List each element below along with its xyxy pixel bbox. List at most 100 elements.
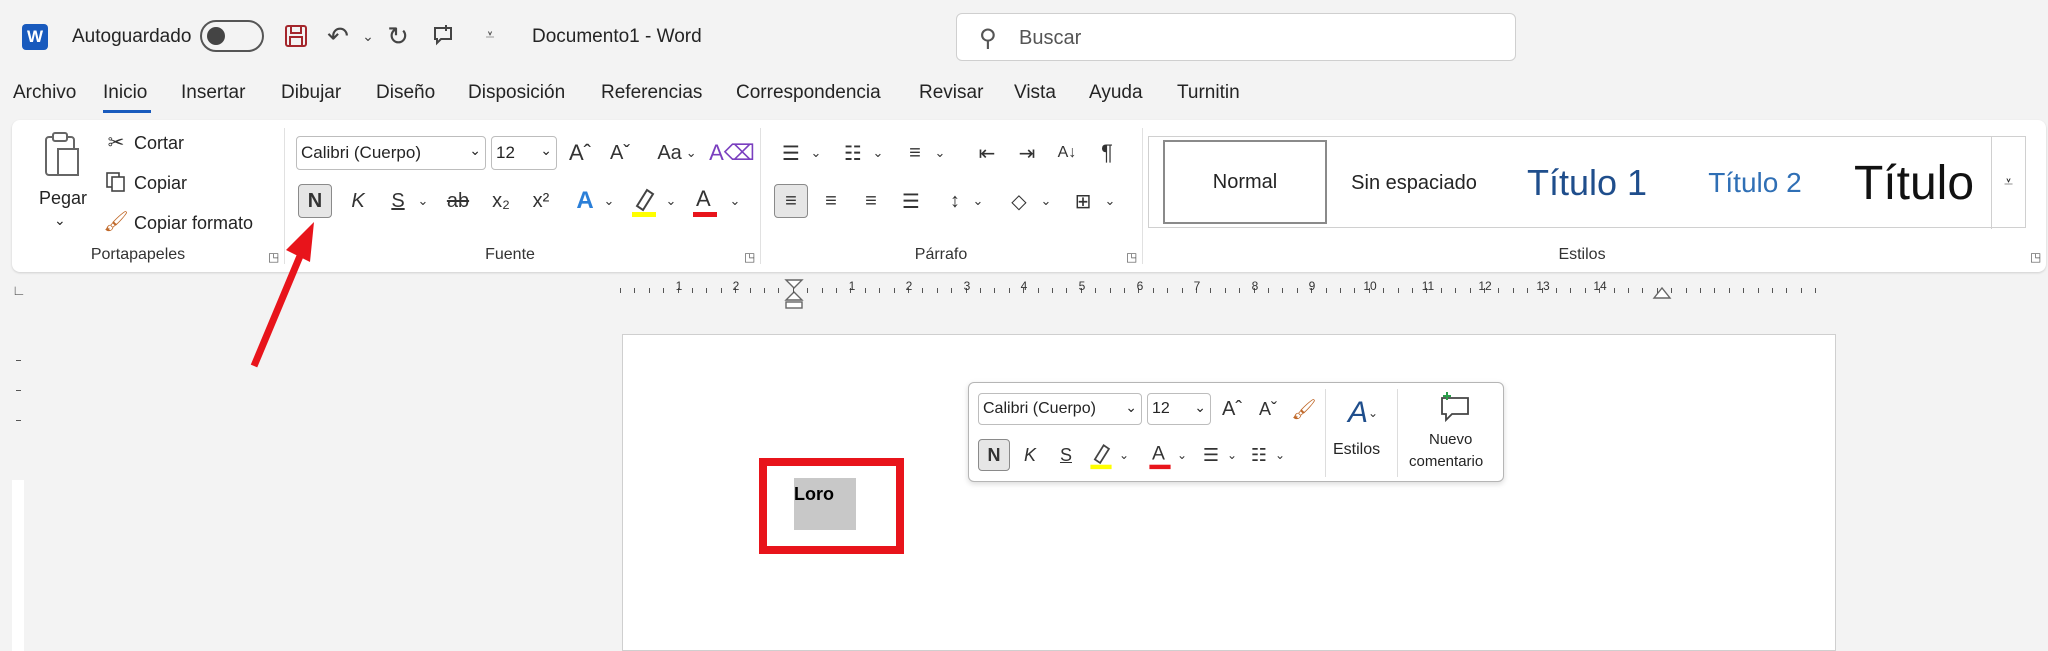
cut-label[interactable]: Cortar	[134, 133, 184, 154]
tab-referencias[interactable]: Referencias	[601, 82, 702, 104]
grow-font-icon[interactable]: Aˆ	[564, 136, 596, 170]
mini-shrink-font-icon[interactable]: Aˇ	[1253, 393, 1283, 425]
tab-archivo[interactable]: Archivo	[13, 82, 76, 104]
mini-underline-button[interactable]: S	[1051, 439, 1081, 471]
chevron-down-icon[interactable]: ⌄	[662, 184, 680, 218]
line-spacing-icon[interactable]: ↕	[940, 184, 970, 218]
subscript-button[interactable]: x₂	[484, 184, 518, 218]
bold-button[interactable]: N	[298, 184, 332, 218]
tab-vista[interactable]: Vista	[1014, 82, 1056, 104]
copy-label[interactable]: Copiar	[134, 173, 187, 194]
underline-dropdown-icon[interactable]: ⌄	[414, 184, 432, 218]
autosave-toggle[interactable]	[200, 20, 264, 52]
new-comment-label-line2[interactable]: comentario	[1409, 453, 1483, 470]
styles-launcher-icon[interactable]: ◳	[2030, 250, 2041, 264]
increase-indent-icon[interactable]: ⇥	[1012, 136, 1042, 170]
paste-label[interactable]: Pegar	[39, 188, 87, 209]
chevron-down-icon[interactable]: ⌄	[1273, 439, 1287, 471]
sort-icon[interactable]: A↓	[1052, 136, 1082, 170]
save-icon[interactable]	[280, 20, 312, 52]
style-heading-1[interactable]: Título 1	[1503, 137, 1671, 229]
mini-format-painter-icon[interactable]: 🖌	[1289, 393, 1319, 425]
mini-grow-font-icon[interactable]: Aˆ	[1217, 393, 1247, 425]
undo-icon[interactable]: ↶	[322, 20, 354, 52]
shading-icon[interactable]: ◇	[1004, 184, 1034, 218]
style-normal[interactable]: Normal	[1163, 140, 1327, 224]
chevron-down-icon[interactable]: ⌄	[1038, 184, 1054, 218]
undo-dropdown-icon[interactable]: ⌄	[352, 20, 384, 52]
chevron-down-icon[interactable]: ⌄	[932, 136, 948, 170]
customize-toolbar-icon[interactable]: ⩡	[474, 20, 506, 52]
mini-font-name-combo[interactable]: Calibri (Cuerpo) ⌄	[978, 393, 1142, 425]
tab-disposicion[interactable]: Disposición	[468, 82, 565, 104]
indent-marker-icon[interactable]	[782, 278, 806, 310]
strikethrough-button[interactable]: ab	[438, 184, 478, 218]
mini-styles-icon[interactable]: A ⌄	[1335, 391, 1391, 435]
style-heading-2[interactable]: Título 2	[1671, 137, 1839, 229]
chevron-down-icon[interactable]: ⌄	[726, 184, 744, 218]
font-color-icon[interactable]: A	[688, 182, 722, 220]
chevron-down-icon[interactable]: ⌄	[600, 184, 618, 218]
chevron-down-icon[interactable]: ⌄	[1117, 439, 1131, 471]
redo-icon[interactable]: ↻	[382, 20, 414, 52]
font-size-combo[interactable]: 12 ⌄	[491, 136, 557, 170]
chevron-down-icon[interactable]: ⌄	[808, 136, 824, 170]
style-title[interactable]: Título	[1839, 137, 1989, 229]
mini-bold-button[interactable]: N	[978, 439, 1010, 471]
mini-bullets-icon[interactable]: ☰	[1197, 439, 1225, 471]
chevron-down-icon[interactable]: ⌄	[970, 184, 986, 218]
chevron-down-icon[interactable]: ⌄	[1225, 439, 1239, 471]
decrease-indent-icon[interactable]: ⇤	[972, 136, 1002, 170]
text-effects-icon[interactable]: A	[568, 184, 602, 218]
underline-button[interactable]: S	[382, 184, 414, 218]
clipboard-launcher-icon[interactable]: ◳	[268, 250, 279, 264]
cut-icon[interactable]: ✂	[104, 130, 128, 154]
new-comment-label-line1[interactable]: Nuevo	[1429, 431, 1472, 448]
format-painter-label[interactable]: Copiar formato	[134, 213, 253, 234]
align-right-icon[interactable]: ≡	[856, 184, 886, 218]
highlight-color-icon[interactable]	[626, 182, 662, 220]
styles-more-icon[interactable]: ⩡	[1991, 137, 2025, 229]
mini-styles-label[interactable]: Estilos	[1333, 441, 1380, 459]
shrink-font-icon[interactable]: Aˇ	[604, 136, 636, 170]
tab-correspondencia[interactable]: Correspondencia	[736, 82, 881, 104]
mini-italic-button[interactable]: K	[1015, 439, 1045, 471]
chevron-down-icon[interactable]: ⌄	[1175, 439, 1189, 471]
copy-icon[interactable]	[104, 170, 128, 194]
paste-dropdown-icon[interactable]: ⌄	[54, 212, 66, 229]
numbering-icon[interactable]: ☷	[838, 136, 868, 170]
paragraph-launcher-icon[interactable]: ◳	[1126, 250, 1137, 264]
italic-button[interactable]: K	[342, 184, 374, 218]
comment-icon[interactable]	[428, 20, 460, 52]
justify-icon[interactable]: ☰	[896, 184, 926, 218]
align-left-icon[interactable]: ≡	[774, 184, 808, 218]
tab-insertar[interactable]: Insertar	[181, 82, 245, 104]
show-formatting-icon[interactable]: ¶	[1092, 136, 1122, 170]
borders-icon[interactable]: ⊞	[1068, 184, 1098, 218]
change-case-button[interactable]: Aa ⌄	[648, 136, 706, 170]
tab-dibujar[interactable]: Dibujar	[281, 82, 341, 104]
superscript-button[interactable]: x²	[524, 184, 558, 218]
align-center-icon[interactable]: ≡	[816, 184, 846, 218]
chevron-down-icon[interactable]: ⌄	[870, 136, 886, 170]
multilevel-list-icon[interactable]: ≡	[900, 136, 930, 170]
mini-highlight-color-icon[interactable]	[1085, 437, 1117, 473]
mini-font-size-combo[interactable]: 12 ⌄	[1147, 393, 1211, 425]
format-painter-icon[interactable]: 🖌	[103, 209, 128, 233]
search-box[interactable]: ⚲ Buscar	[956, 13, 1516, 61]
new-comment-icon[interactable]	[1435, 391, 1475, 425]
tab-turnitin[interactable]: Turnitin	[1177, 82, 1240, 104]
bullets-icon[interactable]: ☰	[776, 136, 806, 170]
tab-revisar[interactable]: Revisar	[919, 82, 983, 104]
font-name-combo[interactable]: Calibri (Cuerpo) ⌄	[296, 136, 486, 170]
mini-numbering-icon[interactable]: ☷	[1245, 439, 1273, 471]
mini-font-color-icon[interactable]: A	[1145, 437, 1175, 473]
tab-diseno[interactable]: Diseño	[376, 82, 435, 104]
paste-icon[interactable]	[40, 130, 84, 182]
tab-ayuda[interactable]: Ayuda	[1089, 82, 1143, 104]
style-no-spacing[interactable]: Sin espaciado	[1329, 137, 1499, 229]
clear-formatting-icon[interactable]: A⌫	[709, 136, 755, 170]
font-launcher-icon[interactable]: ◳	[744, 250, 755, 264]
chevron-down-icon[interactable]: ⌄	[1102, 184, 1118, 218]
tab-selector-icon[interactable]: ∟	[12, 282, 26, 298]
